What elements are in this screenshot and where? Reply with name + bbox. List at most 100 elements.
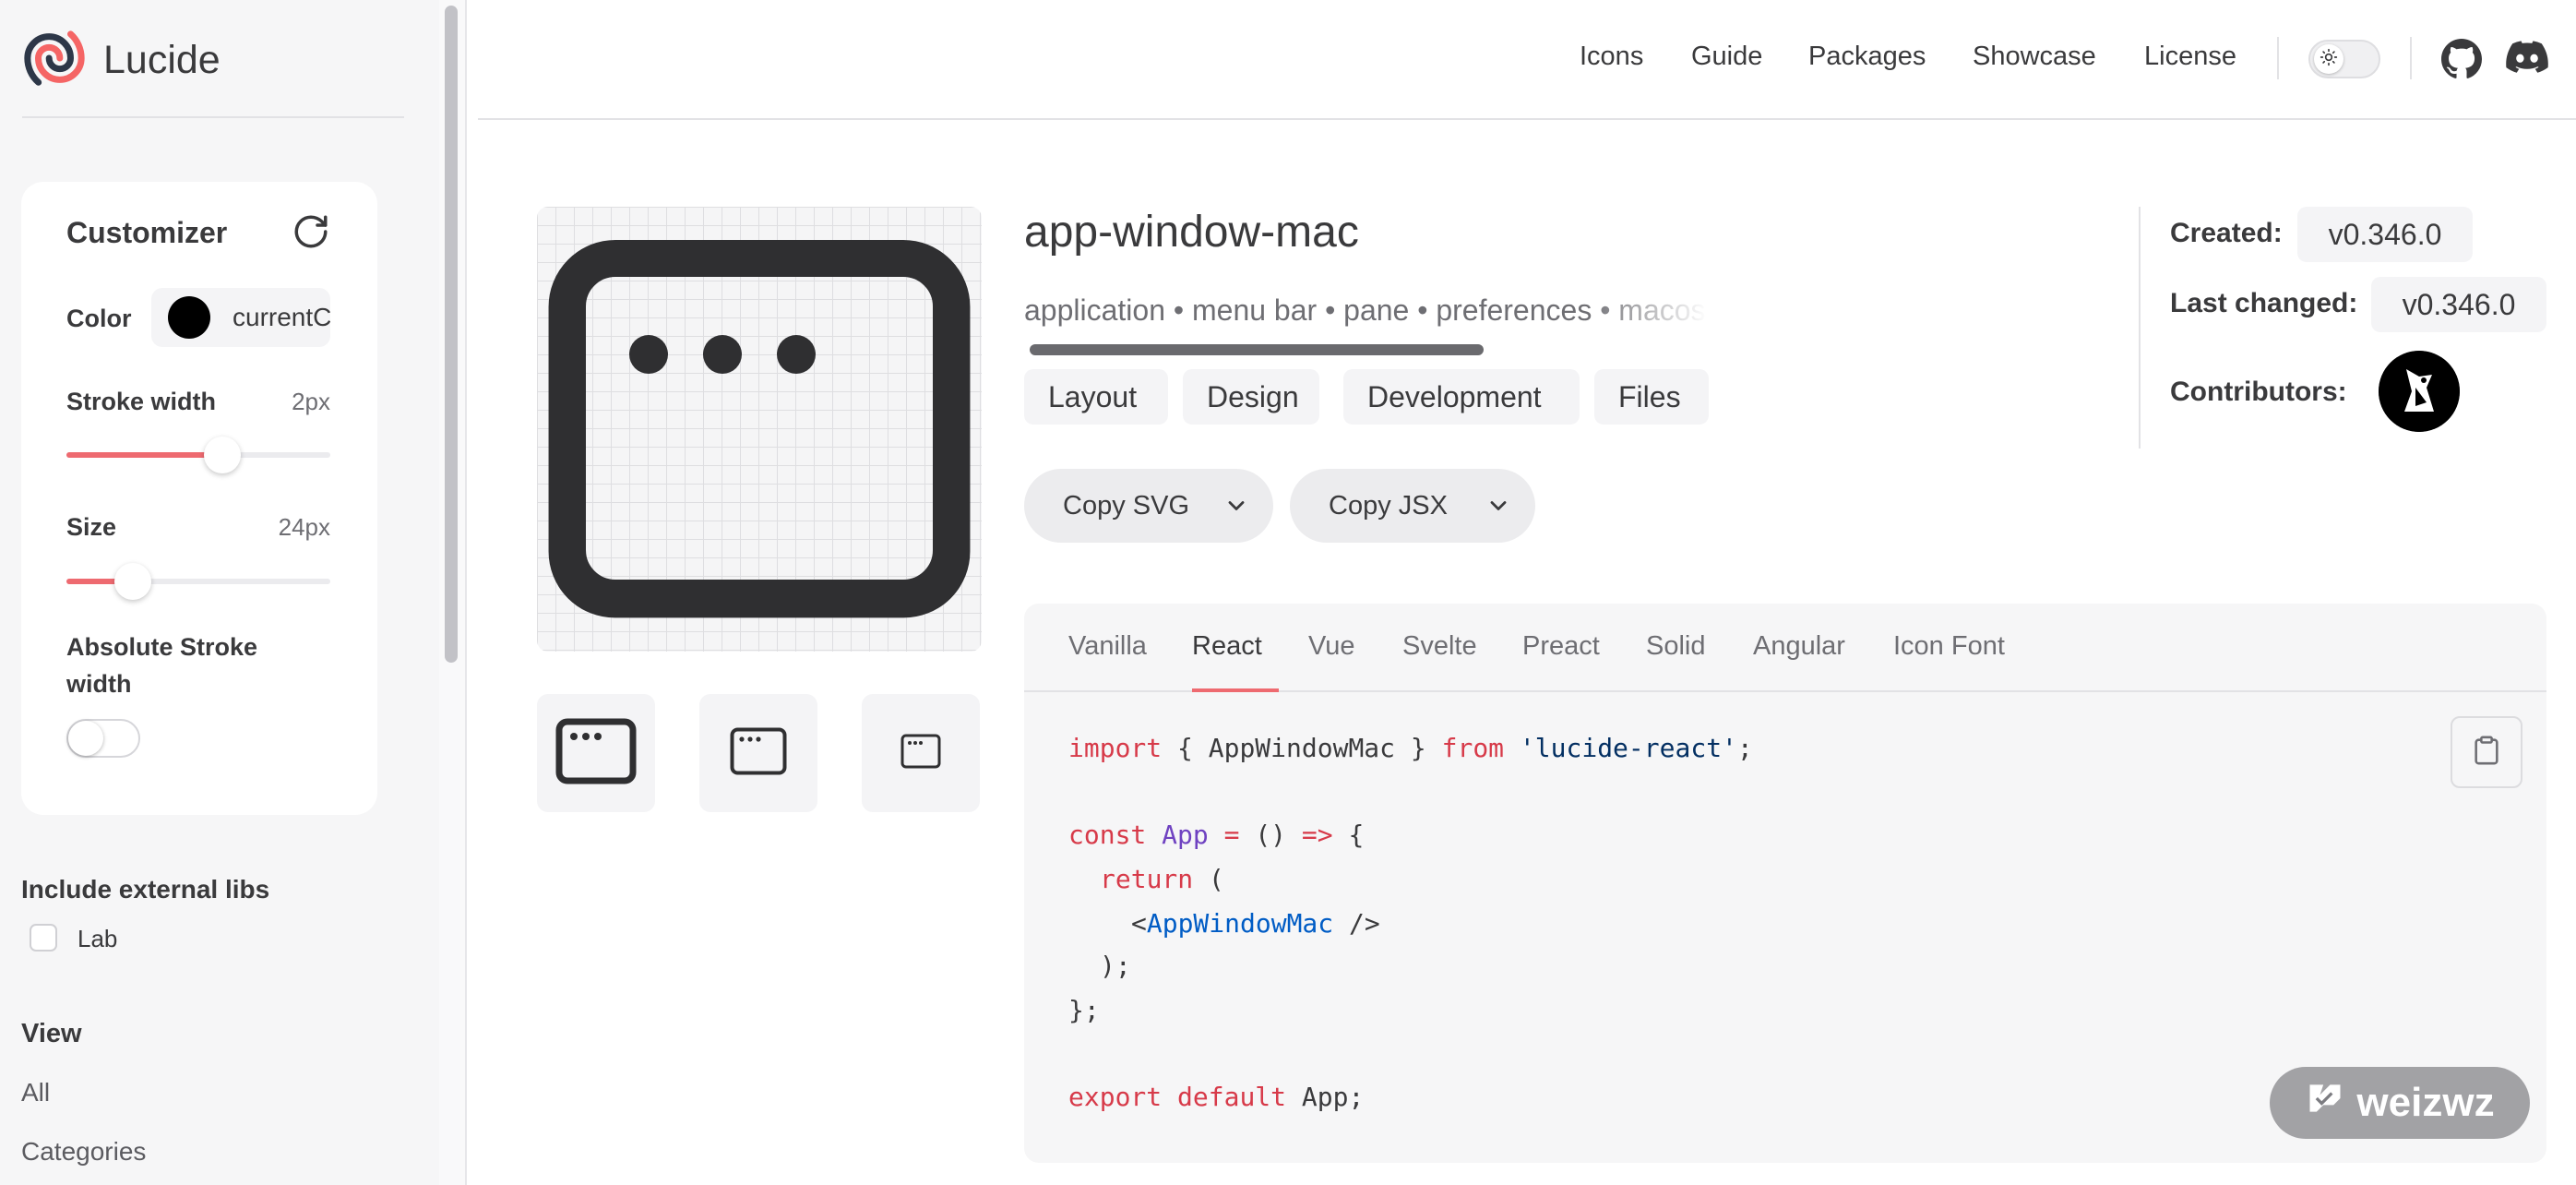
icon-preview — [537, 207, 982, 652]
code-token: { — [1332, 820, 1365, 850]
tab-vanilla[interactable]: Vanilla — [1068, 631, 1147, 662]
code-line-1: import { AppWindowMac } from 'lucide-rea… — [1068, 733, 1753, 763]
category-layout[interactable]: Layout — [1024, 369, 1168, 425]
code-line-3: const App = () => { — [1068, 820, 1364, 850]
theme-toggle-knob — [2314, 44, 2343, 74]
tab-react[interactable]: React — [1192, 631, 1262, 662]
code-token: => — [1301, 820, 1333, 850]
nav-guide[interactable]: Guide — [1691, 42, 1762, 72]
nav-license[interactable]: License — [2144, 42, 2236, 72]
view-title: View — [21, 1019, 82, 1048]
stroke-slider-knob[interactable] — [203, 437, 241, 473]
lab-checkbox[interactable] — [30, 924, 57, 952]
color-label: Color — [66, 305, 132, 332]
size-preview-medium — [699, 694, 817, 812]
brand-divider — [22, 116, 404, 118]
tab-preact[interactable]: Preact — [1522, 631, 1600, 662]
code-token: } — [1395, 733, 1442, 763]
last-changed-label: Last changed: — [2170, 288, 2358, 318]
brand-logo-link[interactable]: Lucide — [22, 28, 221, 92]
code-token: { — [1162, 733, 1209, 763]
header-divider — [478, 118, 2576, 120]
github-link[interactable] — [2441, 39, 2482, 84]
sidebar-scrollbar-thumb[interactable] — [445, 6, 458, 663]
code-token: ( — [1193, 864, 1224, 894]
code-line-7: }; — [1068, 995, 1100, 1025]
code-token: default — [1177, 1082, 1287, 1112]
size-preview-small — [862, 694, 980, 812]
watermark-badge: weizwz — [2270, 1067, 2530, 1139]
size-slider[interactable] — [66, 561, 330, 602]
code-token: /> — [1333, 908, 1380, 939]
customizer-title: Customizer — [66, 216, 228, 249]
app-window-mac-icon — [555, 718, 637, 789]
stroke-width-label: Stroke width — [66, 388, 217, 415]
code-token: from — [1441, 733, 1505, 763]
contributor-avatar[interactable] — [2379, 351, 2460, 432]
nav-packages[interactable]: Packages — [1808, 42, 1926, 72]
code-token: ); — [1100, 951, 1131, 981]
code-token: () — [1255, 820, 1302, 850]
copy-jsx-button[interactable]: Copy JSX — [1290, 469, 1535, 543]
created-version: v0.346.0 — [2297, 207, 2473, 262]
lucide-logo-icon — [22, 26, 87, 95]
category-development[interactable]: Development — [1343, 369, 1580, 425]
tab-vue[interactable]: Vue — [1308, 631, 1355, 662]
stroke-width-slider[interactable] — [66, 435, 330, 475]
tab-icon-font[interactable]: Icon Font — [1893, 631, 2005, 662]
category-design[interactable]: Design — [1183, 369, 1319, 425]
copy-svg-button[interactable]: Copy SVG — [1024, 469, 1273, 543]
view-item-categories[interactable]: Categories — [21, 1137, 146, 1167]
tab-angular[interactable]: Angular — [1753, 631, 1845, 662]
watermark-text: weizwz — [2356, 1080, 2495, 1125]
color-input[interactable]: currentColor — [233, 303, 330, 332]
color-picker[interactable]: currentColor — [151, 288, 330, 347]
nav-showcase[interactable]: Showcase — [1973, 42, 2096, 72]
copy-svg-label: Copy SVG — [1063, 490, 1189, 521]
tags-scrollbar[interactable] — [1030, 344, 1484, 355]
icon-tags-fade — [1587, 293, 1707, 340]
color-swatch[interactable] — [168, 296, 210, 339]
code-token: export — [1068, 1082, 1163, 1112]
chevron-down-icon[interactable] — [1223, 493, 1249, 526]
tab-svelte[interactable]: Svelte — [1402, 631, 1477, 662]
stroke-slider-fill — [66, 452, 222, 458]
code-line-4: return ( — [1100, 864, 1224, 894]
reset-button[interactable] — [292, 212, 330, 256]
view-item-all[interactable]: All — [21, 1078, 50, 1107]
app-window-mac-icon — [900, 734, 941, 773]
last-changed-version: v0.346.0 — [2371, 277, 2546, 332]
nav-divider-2 — [2410, 37, 2412, 79]
code-token: App — [1162, 820, 1209, 850]
code-token: < — [1131, 908, 1147, 939]
code-token: const — [1068, 820, 1147, 850]
theme-toggle[interactable] — [2308, 40, 2380, 78]
code-line-9: export default App; — [1068, 1082, 1364, 1112]
code-token: AppWindowMac — [1208, 733, 1396, 763]
icon-tags[interactable]: application • menu bar • pane • preferen… — [1024, 293, 1707, 340]
tab-solid[interactable]: Solid — [1646, 631, 1706, 662]
chevron-down-icon[interactable] — [1485, 493, 1511, 526]
external-libs-title: Include external libs — [21, 875, 270, 904]
code-line-6: ); — [1100, 951, 1131, 981]
discord-link[interactable] — [2506, 41, 2548, 80]
category-files[interactable]: Files — [1594, 369, 1709, 425]
discord-icon — [2506, 41, 2548, 79]
copy-code-button[interactable] — [2451, 716, 2522, 788]
code-token: App; — [1301, 1082, 1365, 1112]
sun-icon — [2320, 48, 2338, 71]
nav-divider — [2277, 37, 2279, 79]
size-slider-knob[interactable] — [113, 563, 151, 600]
code-token: ; — [1736, 733, 1753, 763]
lab-checkbox-label[interactable]: Lab — [78, 925, 117, 953]
icon-name-title: app-window-mac — [1024, 208, 1359, 257]
stroke-width-value: 2px — [292, 388, 330, 415]
absolute-stroke-toggle[interactable] — [66, 719, 140, 758]
customizer-panel — [21, 182, 377, 815]
size-preview-large — [537, 694, 655, 812]
absolute-stroke-label-line2: width — [66, 670, 132, 698]
nav-icons[interactable]: Icons — [1580, 42, 1643, 72]
